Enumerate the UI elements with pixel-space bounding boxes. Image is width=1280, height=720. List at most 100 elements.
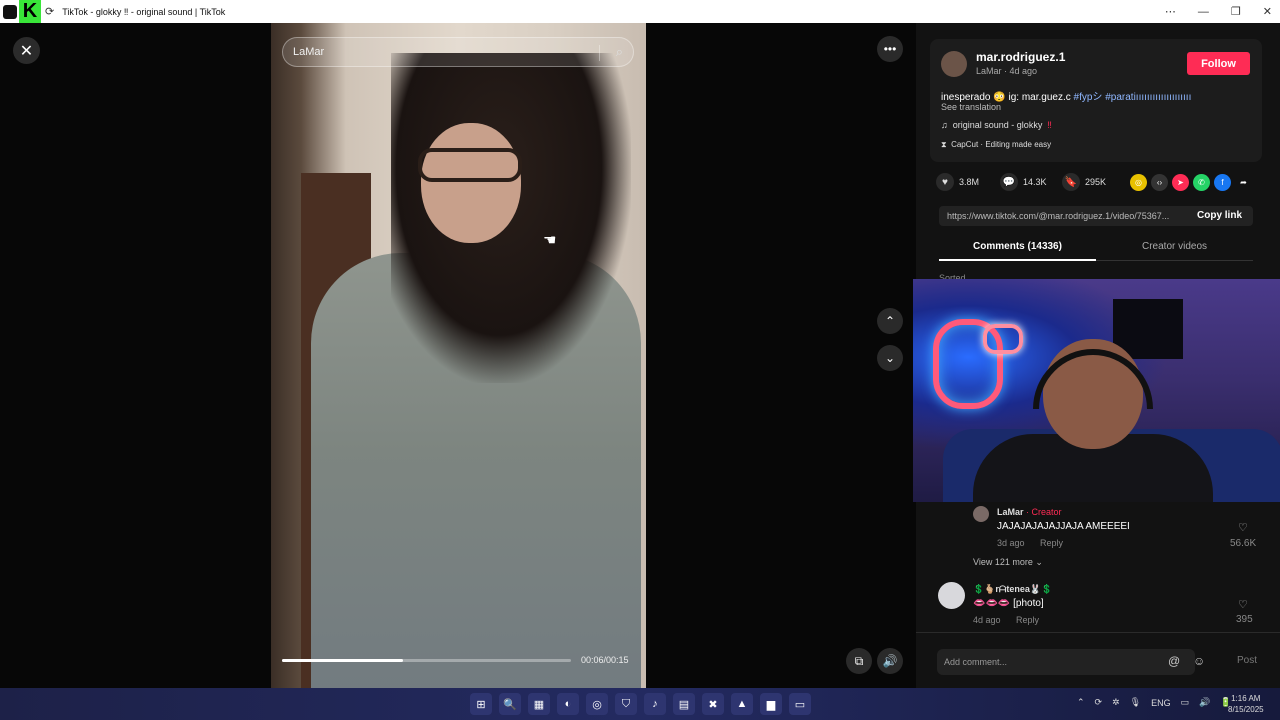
coin-icon[interactable]: ◎ bbox=[1130, 174, 1147, 191]
share-icons: ◎ ‹› ➤ ✆ f ➦ bbox=[1130, 174, 1252, 191]
description-hashtags[interactable]: #fypシ #paratiıııııııııııııııııııı bbox=[1074, 92, 1192, 103]
see-translation-link[interactable]: See translation bbox=[941, 102, 1001, 112]
video-progress-fill bbox=[282, 659, 404, 662]
xbox-icon[interactable]: ✖ bbox=[702, 693, 724, 715]
restore-icon[interactable]: ❐ bbox=[1231, 5, 1241, 18]
author-username[interactable]: mar.rodriguez.1 bbox=[976, 50, 1065, 64]
network-icon[interactable]: ▭ bbox=[1181, 697, 1190, 708]
speaker-icon[interactable]: 🔊 bbox=[1199, 697, 1210, 708]
system-tray: ⌃ ⟳ ✲ 🎙 ENG ▭ 🔊 🔋 bbox=[1077, 697, 1232, 708]
video-link-row: https://www.tiktok.com/@mar.rodriguez.1/… bbox=[939, 206, 1253, 226]
reply-button[interactable]: Reply bbox=[1040, 538, 1063, 548]
comment-like-icon[interactable]: ♡ bbox=[1238, 521, 1248, 534]
close-icon: ✕ bbox=[19, 42, 34, 60]
volume-button[interactable]: 🔊 bbox=[877, 648, 903, 674]
clock-date: 8/15/2025 bbox=[1228, 705, 1264, 714]
comment-like-icon[interactable]: ♡ bbox=[1238, 598, 1248, 611]
task-view-icon[interactable]: ▦ bbox=[528, 693, 550, 715]
comment-author[interactable]: LaMar · Creator bbox=[997, 507, 1062, 517]
capcut-text: CapCut · Editing made easy bbox=[951, 140, 1052, 149]
settings-tray-icon[interactable]: ✲ bbox=[1112, 697, 1120, 708]
next-video-button[interactable]: ⌄ bbox=[877, 345, 903, 371]
microphone-icon[interactable]: 🎙 bbox=[1130, 697, 1141, 708]
video-scene-glasses bbox=[418, 148, 522, 182]
bookmark-icon: 🔖 bbox=[1062, 173, 1080, 191]
mention-icon[interactable]: @ bbox=[1168, 654, 1180, 668]
language-indicator[interactable]: ENG bbox=[1151, 698, 1171, 708]
search-icon[interactable]: 🔍 bbox=[499, 693, 521, 715]
video-scene-face bbox=[421, 123, 521, 243]
taskbar-clock[interactable]: 1:16 AM 8/15/2025 bbox=[1228, 693, 1264, 715]
vlc-icon[interactable]: ▲ bbox=[731, 693, 753, 715]
add-comment-input[interactable]: Add comment... bbox=[937, 649, 1195, 675]
chevron-up-icon: ⌃ bbox=[884, 314, 896, 328]
tray-chevron-icon[interactable]: ⌃ bbox=[1077, 697, 1085, 708]
k-logo-icon: K bbox=[19, 0, 41, 23]
video-player[interactable] bbox=[271, 23, 646, 688]
windows-taskbar: ⊞ 🔍 ▦ ◐ ◎ ⛉ ♪ ▤ ✖ ▲ ▆ ▭ ⌃ ⟳ ✲ 🎙 ENG ▭ 🔊 … bbox=[0, 688, 1280, 720]
more-menu-icon[interactable]: ⋯ bbox=[1165, 5, 1176, 18]
sync-icon[interactable]: ⟳ bbox=[1095, 697, 1103, 708]
capcut-link[interactable]: ⧗ CapCut · Editing made easy bbox=[941, 140, 1051, 150]
search-icon[interactable]: ⌕ bbox=[616, 44, 623, 60]
comment-like-count: 395 bbox=[1236, 614, 1253, 625]
comment-count: 14.3K bbox=[1023, 177, 1047, 187]
panel-tabs: Comments (14336) Creator videos bbox=[939, 237, 1253, 261]
start-icon[interactable]: ⊞ bbox=[470, 693, 492, 715]
chrome-icon[interactable]: ◐ bbox=[557, 693, 579, 715]
view-more-replies[interactable]: View 121 more ⌄ bbox=[973, 557, 1043, 568]
video-progress-bar[interactable] bbox=[282, 659, 571, 662]
embed-icon[interactable]: ‹› bbox=[1151, 174, 1168, 191]
follow-button[interactable]: Follow bbox=[1187, 52, 1250, 75]
tiktok-icon[interactable]: ♪ bbox=[644, 693, 666, 715]
reply-button[interactable]: Reply bbox=[1016, 615, 1039, 625]
picture-in-picture-button[interactable]: ⧉ bbox=[846, 648, 872, 674]
avatar[interactable] bbox=[938, 582, 965, 609]
folder-icon[interactable]: ▆ bbox=[760, 693, 782, 715]
close-video-button[interactable]: ✕ bbox=[13, 37, 40, 64]
more-options-button[interactable]: ••• bbox=[877, 36, 903, 62]
store-icon[interactable]: ▤ bbox=[673, 693, 695, 715]
comment-icon: 💬 bbox=[1000, 173, 1018, 191]
brave-icon[interactable]: ⛉ bbox=[615, 693, 637, 715]
sound-emoji: ‼ bbox=[1047, 120, 1052, 130]
search-text: LaMar bbox=[293, 46, 325, 58]
like-stat[interactable]: ♥ 3.8M bbox=[936, 173, 979, 191]
tab-creator-videos[interactable]: Creator videos bbox=[1096, 241, 1253, 252]
close-window-icon[interactable]: ✕ bbox=[1263, 5, 1272, 18]
add-comment-bar: Add comment... @ ☺ Post bbox=[916, 632, 1280, 688]
sound-name: original sound - glokky bbox=[952, 120, 1043, 130]
save-count: 295K bbox=[1085, 177, 1107, 187]
copy-link-button[interactable]: Copy link bbox=[1197, 210, 1242, 221]
comment-time: 3d ago bbox=[997, 538, 1025, 548]
video-area: ✕ LaMar ⌕ ☚ 00:06/00:15 ••• ⌃ ⌄ ⧉ 🔊 bbox=[0, 23, 916, 688]
facebook-icon[interactable]: f bbox=[1214, 174, 1231, 191]
sound-link[interactable]: ♫ original sound - glokky ‼ bbox=[941, 120, 1052, 130]
active-tab-underline bbox=[939, 259, 1096, 261]
send-icon[interactable]: ➤ bbox=[1172, 174, 1189, 191]
comment-time: 4d ago bbox=[973, 615, 1001, 625]
previous-video-button[interactable]: ⌃ bbox=[877, 308, 903, 334]
webcam-neon-sign-small bbox=[983, 324, 1023, 354]
comment-stat[interactable]: 💬 14.3K bbox=[1000, 173, 1047, 191]
app-window-icon[interactable]: ▭ bbox=[789, 693, 811, 715]
whatsapp-icon[interactable]: ✆ bbox=[1193, 174, 1210, 191]
avatar[interactable] bbox=[973, 506, 989, 522]
discord-icon[interactable]: ◎ bbox=[586, 693, 608, 715]
window-title: TikTok - glokky ‼ - original sound | Tik… bbox=[62, 6, 226, 17]
window-controls: ⋯ — ❐ ✕ bbox=[1165, 0, 1272, 23]
comment-author[interactable]: 💲🫰🏼rᗩtenea🐰💲 bbox=[973, 584, 1052, 595]
comment-list: LaMar · Creator JAJAJAJAJAJJAJA AMEEEEI … bbox=[916, 502, 1280, 632]
save-stat[interactable]: 🔖 295K bbox=[1062, 173, 1106, 191]
video-link: https://www.tiktok.com/@mar.rodriguez.1/… bbox=[947, 211, 1170, 221]
emoji-icon[interactable]: ☺ bbox=[1193, 654, 1205, 668]
tab-comments[interactable]: Comments (14336) bbox=[939, 241, 1096, 252]
heart-icon: ♥ bbox=[936, 173, 954, 191]
post-button[interactable]: Post bbox=[1237, 655, 1257, 666]
minimize-icon[interactable]: — bbox=[1198, 6, 1209, 18]
hand-cursor-icon: ☚ bbox=[543, 232, 557, 249]
video-search-input[interactable]: LaMar ⌕ bbox=[282, 37, 634, 67]
share-arrow-icon[interactable]: ➦ bbox=[1235, 174, 1252, 191]
avatar[interactable] bbox=[941, 51, 967, 77]
reload-icon[interactable]: ⟳ bbox=[45, 5, 54, 18]
